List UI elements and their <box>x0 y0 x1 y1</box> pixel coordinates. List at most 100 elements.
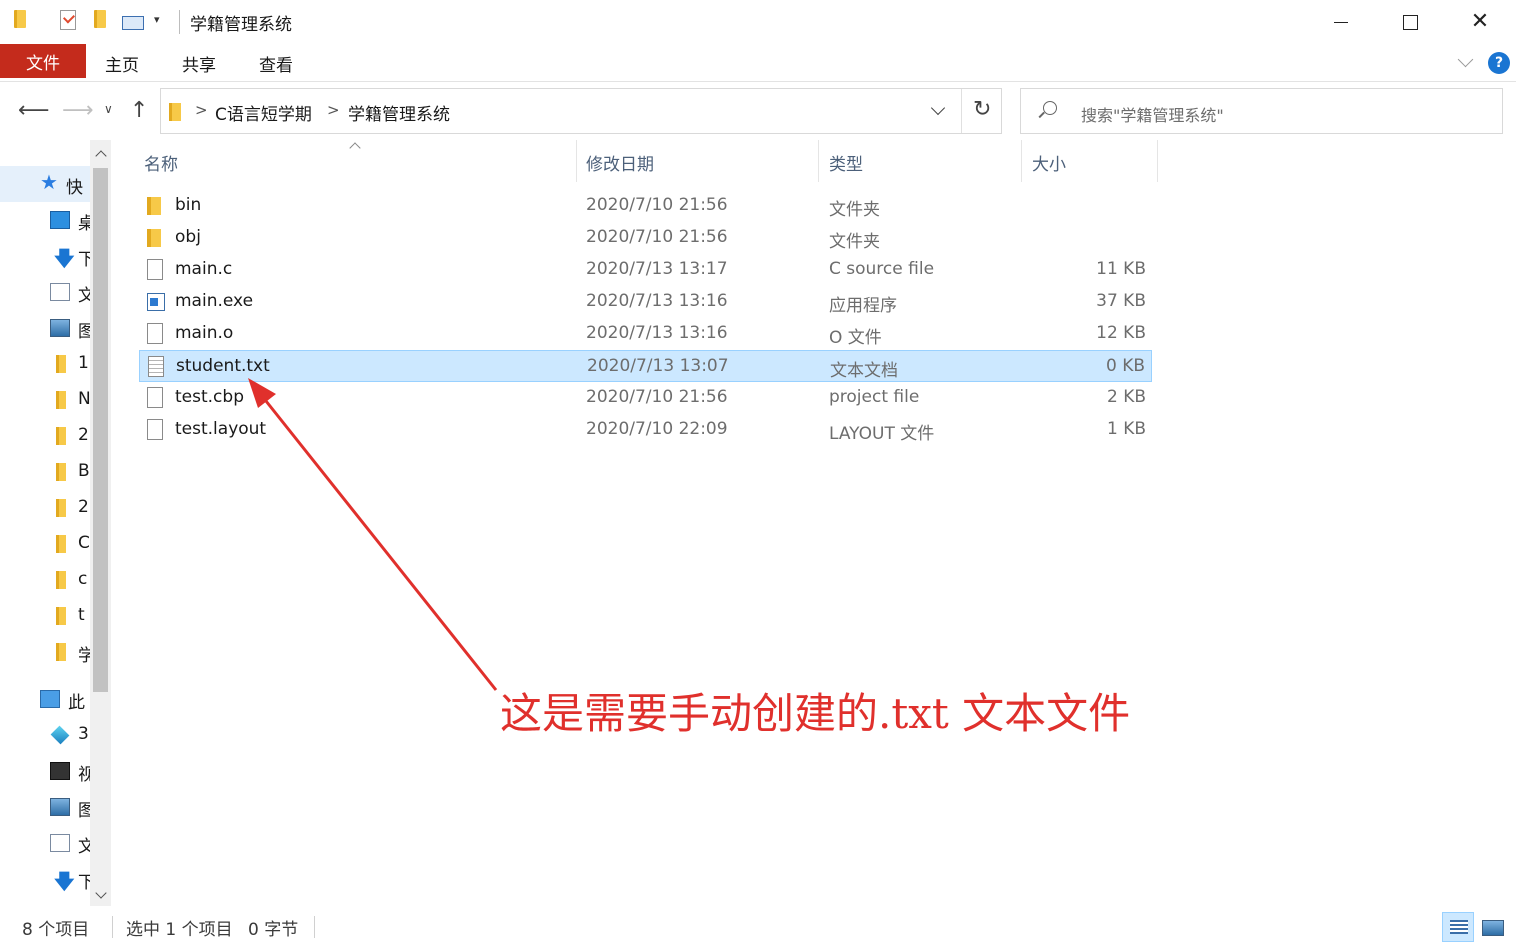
rename-icon[interactable] <box>122 16 144 30</box>
nav-item-folder[interactable]: N <box>50 388 91 412</box>
nav-item-desktop[interactable]: 桌 <box>50 208 95 234</box>
folder-icon <box>14 10 26 28</box>
address-bar[interactable]: > C语言短学期 > 学籍管理系统 ↻ <box>160 88 1002 134</box>
nav-item-folder[interactable]: C <box>50 532 90 556</box>
nav-item-folder[interactable]: 2 <box>50 424 90 448</box>
nav-item-folder[interactable]: B <box>50 460 90 484</box>
file-date: 2020/7/10 21:56 <box>586 227 728 247</box>
file-type: 文件夹 <box>829 200 880 220</box>
column-divider[interactable] <box>1157 140 1158 182</box>
file-row-main-o[interactable]: main.o 2020/7/13 13:16 O 文件 12 KB <box>139 318 1152 350</box>
nav-item-folder[interactable]: 2 <box>50 496 90 520</box>
status-bar: 8 个项目 选中 1 个项目 0 字节 <box>0 906 1516 944</box>
tab-view[interactable]: 查看 <box>259 51 293 76</box>
recent-locations-chevron-icon[interactable]: ∨ <box>104 102 113 116</box>
file-name: obj <box>175 227 201 247</box>
address-dropdown-chevron-icon[interactable] <box>929 101 949 121</box>
file-icon <box>147 259 163 280</box>
nav-scrollbar[interactable] <box>90 140 111 906</box>
nav-item-documents[interactable]: 文 <box>50 831 95 857</box>
nav-label: t <box>78 605 85 625</box>
status-selection: 选中 1 个项目 <box>126 920 233 940</box>
scroll-down-chevron-icon[interactable] <box>90 884 111 906</box>
nav-item-videos[interactable]: 视 <box>50 759 95 785</box>
scrollbar-thumb[interactable] <box>93 168 108 692</box>
tab-file[interactable]: 文件 <box>0 44 86 78</box>
folder-icon <box>56 463 66 481</box>
forward-button[interactable]: ⟶ <box>62 98 94 123</box>
file-date: 2020/7/13 13:16 <box>586 323 728 343</box>
breadcrumb-current-folder[interactable]: 学籍管理系统 <box>348 100 450 125</box>
folder-icon <box>56 427 66 445</box>
folder-icon <box>56 535 66 553</box>
column-header-type[interactable]: 类型 <box>829 150 863 175</box>
file-row-main-c[interactable]: main.c 2020/7/13 13:17 C source file 11 … <box>139 254 1152 286</box>
nav-item-folder[interactable]: 1 <box>50 352 90 376</box>
file-type: O 文件 <box>829 328 882 348</box>
close-button[interactable]: ✕ <box>1457 6 1503 38</box>
tab-home[interactable]: 主页 <box>105 51 139 76</box>
computer-icon <box>40 690 60 708</box>
details-view-icon[interactable] <box>1442 912 1474 942</box>
nav-this-pc[interactable]: 此 <box>40 687 85 713</box>
file-row-bin[interactable]: bin 2020/7/10 21:56 文件夹 <box>139 190 1152 222</box>
folder-icon <box>56 391 66 409</box>
up-button[interactable]: ↑ <box>130 98 148 123</box>
file-type: 应用程序 <box>829 296 897 316</box>
minimize-button[interactable] <box>1318 6 1364 38</box>
refresh-icon[interactable]: ↻ <box>973 97 991 122</box>
column-header-name[interactable]: 名称 <box>144 150 178 175</box>
video-icon <box>50 762 70 780</box>
nav-item-folder[interactable]: c <box>50 568 90 592</box>
column-divider[interactable] <box>1021 140 1022 182</box>
nav-item-folder[interactable]: t <box>50 604 90 628</box>
nav-label: 2 <box>78 497 89 517</box>
file-row-obj[interactable]: obj 2020/7/10 21:56 文件夹 <box>139 222 1152 254</box>
nav-item-documents[interactable]: 文 <box>50 280 95 306</box>
nav-item-downloads[interactable]: 🡇 下 <box>50 244 95 270</box>
expand-ribbon-chevron-icon[interactable] <box>1456 52 1476 72</box>
file-size: 0 KB <box>1105 356 1145 376</box>
customize-toolbar-chevron-icon[interactable]: ▾ <box>154 13 160 26</box>
star-icon: ★ <box>40 170 58 194</box>
breadcrumb-separator-icon[interactable]: > <box>327 101 340 119</box>
status-bytes: 0 字节 <box>248 920 299 940</box>
nav-label: B <box>78 461 90 481</box>
tab-share[interactable]: 共享 <box>182 51 216 76</box>
large-icons-view-icon[interactable] <box>1476 912 1508 942</box>
file-row-test-cbp[interactable]: test.cbp 2020/7/10 21:56 project file 2 … <box>139 382 1152 414</box>
back-button[interactable]: ⟵ <box>18 98 50 123</box>
search-input[interactable]: 搜索"学籍管理系统" <box>1081 102 1224 126</box>
maximize-icon <box>1402 14 1418 30</box>
nav-item-pictures[interactable]: 图 <box>50 316 95 342</box>
nav-item-folder[interactable]: 学 <box>50 640 95 666</box>
maximize-button[interactable] <box>1387 6 1433 38</box>
nav-quick-access[interactable]: ★ 快 <box>40 170 90 198</box>
3d-objects-icon <box>50 725 70 745</box>
help-icon[interactable]: ? <box>1488 52 1510 74</box>
column-header-size[interactable]: 大小 <box>1032 150 1066 175</box>
breadcrumb-c-language[interactable]: C语言短学期 <box>215 100 312 125</box>
folder-icon <box>56 499 66 517</box>
folder-icon <box>169 103 181 121</box>
properties-check-icon[interactable] <box>60 10 76 30</box>
new-folder-icon[interactable] <box>94 10 106 28</box>
column-divider[interactable] <box>818 140 819 182</box>
file-name: student.txt <box>176 356 270 376</box>
search-box[interactable]: 搜索"学籍管理系统" <box>1020 88 1503 134</box>
nav-label: C <box>78 533 90 553</box>
file-date: 2020/7/13 13:16 <box>586 291 728 311</box>
file-size: 37 KB <box>1096 291 1146 311</box>
breadcrumb-separator-icon[interactable]: > <box>195 101 208 119</box>
scroll-up-chevron-icon[interactable] <box>90 143 111 165</box>
file-row-student-txt[interactable]: student.txt 2020/7/13 13:07 文本文档 0 KB <box>139 350 1152 382</box>
nav-item-pictures[interactable]: 图 <box>50 795 95 821</box>
nav-item-downloads[interactable]: 🡇 下 <box>50 867 95 893</box>
file-name: main.c <box>175 259 233 279</box>
file-row-main-exe[interactable]: main.exe 2020/7/13 13:16 应用程序 37 KB <box>139 286 1152 318</box>
column-divider[interactable] <box>576 140 577 182</box>
file-row-test-layout[interactable]: test.layout 2020/7/10 22:09 LAYOUT 文件 1 … <box>139 414 1152 446</box>
nav-item-3d-objects[interactable]: 3 <box>50 723 90 747</box>
file-name: test.layout <box>175 419 267 439</box>
column-header-date[interactable]: 修改日期 <box>586 150 654 175</box>
